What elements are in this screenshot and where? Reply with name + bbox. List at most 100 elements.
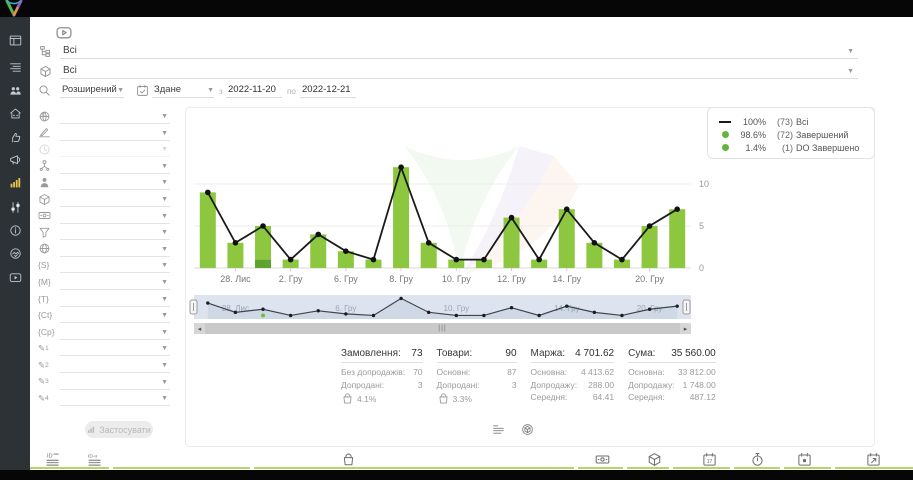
- legend-item-all[interactable]: 100% (73) Всі: [718, 115, 866, 128]
- upsell-bag-icon: [437, 392, 450, 405]
- column-underline: [784, 467, 831, 469]
- filter-select[interactable]: ▼: [60, 193, 170, 207]
- pencil-icon: ✎3: [38, 375, 54, 389]
- time-column-icon[interactable]: [750, 452, 766, 467]
- filter-select[interactable]: ▼: [60, 226, 170, 240]
- chart-legend: 100% (73) Всі 98.6% (72) Завершений 1.4%…: [707, 107, 875, 159]
- chevron-down-icon: ▼: [161, 395, 168, 402]
- filter-select[interactable]: ▼: [60, 293, 170, 307]
- column-underline: [30, 467, 109, 469]
- money-column-icon[interactable]: [595, 452, 611, 467]
- filter-select[interactable]: ▼: [60, 127, 170, 141]
- filter-row-globe2: ▼: [38, 242, 170, 258]
- filter-select[interactable]: ▼: [60, 259, 170, 273]
- sliders-icon: [9, 201, 22, 214]
- filter-row-signature: ▼: [38, 126, 170, 142]
- date-from-label: з: [219, 87, 223, 96]
- pencil-icon: ✎4: [38, 391, 54, 405]
- globe2-icon: [38, 242, 54, 256]
- analytics-icon: [9, 176, 22, 189]
- brand-logo: [3, 0, 25, 17]
- promo-icon: [9, 131, 22, 144]
- brace-icon: {Cp}: [38, 325, 54, 339]
- svg-text:12. Гру: 12. Гру: [497, 274, 526, 284]
- status-group-select[interactable]: Всі ▼: [60, 44, 858, 59]
- line-swatch: [718, 121, 732, 123]
- help-video-button[interactable]: [52, 24, 78, 42]
- sidebar-item-automation[interactable]: [0, 197, 30, 217]
- scroll-left-button[interactable]: ◂: [194, 323, 205, 334]
- sidebar-item-partners[interactable]: [0, 243, 30, 263]
- brace-icon: {M}: [38, 275, 54, 289]
- chevron-down-icon: ▼: [161, 130, 168, 137]
- search-mode-select[interactable]: Розширений ▼: [60, 83, 124, 98]
- sidebar-item-analytics[interactable]: [0, 172, 30, 192]
- legend-item-do-completed[interactable]: 1.4% (1) DO Завершено: [718, 141, 866, 154]
- sidebar-item-video[interactable]: [0, 267, 30, 287]
- filter-select[interactable]: ▼: [60, 110, 170, 124]
- filter-select[interactable]: ▼: [60, 176, 170, 190]
- delivery-date-column-icon[interactable]: [797, 452, 813, 467]
- filter-select[interactable]: ▼: [60, 326, 170, 340]
- report-card: 100% (73) Всі 98.6% (72) Завершений 1.4%…: [185, 107, 875, 447]
- filter-select[interactable]: ▼: [60, 309, 170, 323]
- product-group-select[interactable]: Всі ▼: [60, 64, 858, 79]
- stat-subrow: Допродані:3: [341, 379, 423, 392]
- upsell-rate: 4.1%: [341, 392, 423, 405]
- banknote-icon: [38, 209, 54, 223]
- navigator-handle-left[interactable]: [190, 300, 197, 314]
- navigator-handle-right[interactable]: [683, 300, 690, 314]
- column-underline: [673, 467, 730, 469]
- navigator-scrollbar[interactable]: ◂ ||| ▸: [194, 323, 691, 334]
- funnel-icon: [38, 225, 54, 239]
- filter-row-ct: {Ct}▼: [38, 308, 170, 324]
- filter-select[interactable]: ▼: [60, 392, 170, 406]
- id-origin-column-icon[interactable]: ID-o: [88, 452, 104, 467]
- sidebar-item-promo[interactable]: [0, 127, 30, 147]
- chevron-down-icon: ▼: [161, 163, 168, 170]
- chevron-down-icon: ▼: [161, 179, 168, 186]
- svg-text:ID: ID: [47, 454, 53, 460]
- table-footer: ID ID-o 17: [30, 450, 913, 470]
- stat-subrow: Середня:487.12: [628, 391, 716, 404]
- sidebar-item-company[interactable]: [0, 103, 30, 123]
- sidebar-item-customers[interactable]: [0, 80, 30, 100]
- date-to-input[interactable]: 2022-12-21: [300, 83, 356, 98]
- scrollbar-grip[interactable]: |||: [205, 325, 680, 332]
- package-column-icon[interactable]: [647, 452, 663, 467]
- filter-select: ▼: [60, 143, 170, 157]
- filter-select[interactable]: ▼: [60, 359, 170, 373]
- legend-item-completed[interactable]: 98.6% (72) Завершений: [718, 128, 866, 141]
- sidebar-item-dashboard[interactable]: [0, 30, 30, 50]
- chart-range-navigator[interactable]: 28. Лис6. Гру10. Гру14. Гру20. Гру: [189, 294, 709, 324]
- sidebar-item-marketing[interactable]: [0, 149, 30, 169]
- svg-text:10. Гру: 10. Гру: [442, 274, 471, 284]
- date-column-icon[interactable]: 17: [702, 452, 718, 467]
- id-list-column-icon[interactable]: ID: [46, 452, 62, 467]
- date-from-input[interactable]: 2022-11-20: [226, 83, 282, 98]
- search-mode-value: Розширений: [62, 84, 117, 95]
- filter-select[interactable]: ▼: [60, 342, 170, 356]
- svg-text:10. Гру: 10. Гру: [444, 304, 470, 313]
- shipment-date-column-icon[interactable]: [866, 452, 882, 467]
- filter-select[interactable]: ▼: [60, 243, 170, 257]
- filter-select[interactable]: ▼: [60, 160, 170, 174]
- list-view-toggle[interactable]: [492, 423, 505, 436]
- product-view-toggle[interactable]: [521, 423, 534, 436]
- filter-select[interactable]: ▼: [60, 376, 170, 390]
- date-field-value: Здане: [154, 84, 181, 95]
- stat-value: 73: [411, 348, 422, 359]
- stat-value: 4 701.62: [575, 348, 614, 359]
- date-field-select[interactable]: Здане ▼: [152, 83, 214, 98]
- apply-button[interactable]: Застосувати: [85, 421, 153, 438]
- sidebar-item-orders[interactable]: [0, 57, 30, 77]
- stat-subrow: Основні:87: [437, 366, 517, 379]
- scroll-right-button[interactable]: ▸: [680, 323, 691, 334]
- customers-icon: [9, 84, 22, 97]
- chevron-down-icon: ▼: [161, 113, 168, 120]
- filter-select[interactable]: ▼: [60, 276, 170, 290]
- products-column-icon[interactable]: [341, 452, 357, 467]
- filter-select[interactable]: ▼: [60, 210, 170, 224]
- sidebar-item-info[interactable]: [0, 220, 30, 240]
- svg-text:17: 17: [707, 459, 713, 465]
